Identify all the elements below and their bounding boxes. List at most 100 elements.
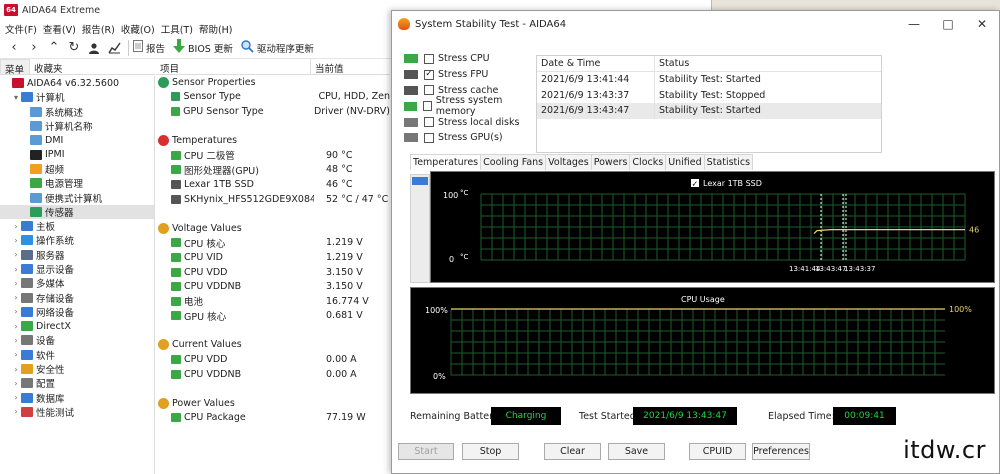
sensor-row[interactable]: CPU Package 77.19 W bbox=[156, 411, 390, 426]
chevron-icon[interactable]: › bbox=[11, 222, 21, 231]
sensor-row[interactable]: SKHynix_HFS512GDE9X084N 52 °C / 47 °C bbox=[156, 192, 390, 207]
sensor-row[interactable]: CPU VDDNB 3.150 V bbox=[156, 279, 390, 294]
column-item-header[interactable]: 项目 bbox=[156, 59, 311, 75]
user-icon[interactable] bbox=[84, 38, 104, 58]
sensor-row[interactable]: Sensor Type CPU, HDD, Zen bbox=[156, 90, 390, 105]
tree-item[interactable]: › 存储设备 bbox=[0, 290, 154, 305]
save-button[interactable]: Save bbox=[608, 443, 665, 460]
cpuid-button[interactable]: CPUID bbox=[689, 443, 746, 460]
scroll-thumb[interactable] bbox=[412, 177, 428, 185]
graph-scrollbar[interactable] bbox=[410, 174, 430, 283]
chart-icon[interactable] bbox=[104, 38, 124, 58]
sensor-row[interactable]: 图形处理器(GPU) 48 °C bbox=[156, 163, 390, 178]
tree-item[interactable]: ▾ 计算机 bbox=[0, 90, 154, 104]
clear-button[interactable]: Clear bbox=[544, 443, 601, 460]
chevron-icon[interactable]: › bbox=[11, 307, 21, 316]
checkbox-unchecked[interactable] bbox=[424, 117, 434, 128]
tab-clocks[interactable]: Clocks bbox=[629, 154, 667, 170]
tab-favorites[interactable]: 收藏夹 bbox=[30, 59, 68, 75]
table-row[interactable]: 2021/6/9 13:43:47 Stability Test: Started bbox=[537, 103, 881, 119]
chevron-icon[interactable]: › bbox=[11, 365, 21, 374]
maximize-icon[interactable]: □ bbox=[931, 11, 965, 37]
tab-powers[interactable]: Powers bbox=[590, 154, 631, 170]
forward-icon[interactable]: › bbox=[24, 38, 44, 58]
up-icon[interactable]: ⌃ bbox=[44, 38, 64, 58]
chevron-icon[interactable]: › bbox=[11, 293, 21, 302]
bios-update-button[interactable]: BIOS 更新 bbox=[173, 38, 233, 58]
tree-item[interactable]: › 服务器 bbox=[0, 248, 154, 262]
chevron-icon[interactable]: › bbox=[11, 250, 21, 259]
tree-item[interactable]: 超频 bbox=[0, 162, 154, 176]
sensor-row[interactable]: CPU VID 1.219 V bbox=[156, 250, 390, 265]
menu-favorites[interactable]: 收藏(O) bbox=[118, 22, 158, 36]
tree-item[interactable]: › 操作系统 bbox=[0, 233, 154, 247]
back-icon[interactable]: ‹ bbox=[4, 38, 24, 58]
chevron-icon[interactable]: ▾ bbox=[11, 93, 21, 102]
stress-option[interactable]: Stress CPU bbox=[404, 51, 534, 67]
tree-item[interactable]: 计算机名称 bbox=[0, 119, 154, 133]
sensor-row[interactable]: Lexar 1TB SSD 46 °C bbox=[156, 177, 390, 192]
tree-item[interactable]: AIDA64 v6.32.5600 bbox=[0, 76, 154, 90]
menu-help[interactable]: 帮助(H) bbox=[196, 22, 236, 36]
tree-item[interactable]: › 性能测试 bbox=[0, 405, 154, 419]
stop-button[interactable]: Stop bbox=[462, 443, 519, 460]
chevron-icon[interactable]: › bbox=[11, 279, 21, 288]
tab-temperatures[interactable]: Temperatures bbox=[410, 154, 482, 170]
menu-view[interactable]: 查看(V) bbox=[40, 22, 79, 36]
checkbox-unchecked[interactable] bbox=[424, 53, 434, 64]
tree-item[interactable]: 系统概述 bbox=[0, 105, 154, 119]
sensor-row[interactable]: CPU VDDNB 0.00 A bbox=[156, 367, 390, 382]
header-status[interactable]: Status bbox=[655, 56, 689, 71]
chevron-icon[interactable]: › bbox=[11, 336, 21, 345]
tree-item[interactable]: › 设备 bbox=[0, 333, 154, 347]
tree-item[interactable]: DMI bbox=[0, 133, 154, 147]
sensor-row[interactable]: CPU 核心 1.219 V bbox=[156, 236, 390, 251]
stress-option[interactable]: Stress GPU(s) bbox=[404, 130, 534, 146]
chevron-icon[interactable]: › bbox=[11, 379, 21, 388]
checkbox-unchecked[interactable] bbox=[422, 101, 432, 112]
tree-item[interactable]: › 多媒体 bbox=[0, 276, 154, 290]
tree-item[interactable]: 传感器 bbox=[0, 204, 154, 219]
tree-item[interactable]: › 软件 bbox=[0, 348, 154, 362]
chevron-icon[interactable]: › bbox=[11, 350, 21, 359]
checkbox-checked[interactable]: ✓ bbox=[424, 69, 434, 80]
tab-voltages[interactable]: Voltages bbox=[545, 154, 592, 170]
table-row[interactable]: 2021/6/9 13:43:37 Stability Test: Stopped bbox=[537, 87, 881, 104]
minimize-icon[interactable]: — bbox=[897, 11, 931, 37]
sensor-row[interactable]: CPU VDD 0.00 A bbox=[156, 352, 390, 367]
tree-item[interactable]: 电源管理 bbox=[0, 176, 154, 190]
chevron-icon[interactable]: › bbox=[11, 407, 21, 416]
checkbox-unchecked[interactable] bbox=[424, 85, 434, 96]
start-button[interactable]: Start bbox=[398, 443, 454, 460]
tree-item[interactable]: › 数据库 bbox=[0, 391, 154, 405]
tree-item[interactable]: › 配置 bbox=[0, 376, 154, 390]
sensor-row[interactable]: 电池 16.774 V bbox=[156, 294, 390, 309]
checkbox-unchecked[interactable] bbox=[424, 132, 434, 143]
tab-menu[interactable]: 菜单 bbox=[0, 59, 31, 76]
stress-option[interactable]: ✓ Stress FPU bbox=[404, 67, 534, 83]
preferences-button[interactable]: Preferences bbox=[752, 443, 810, 460]
stress-option[interactable]: Stress local disks bbox=[404, 114, 534, 130]
menu-file[interactable]: 文件(F) bbox=[2, 22, 40, 36]
tree-item[interactable]: 便携式计算机 bbox=[0, 190, 154, 205]
tree-item[interactable]: IPMI bbox=[0, 147, 154, 161]
tab-cooling-fans[interactable]: Cooling Fans bbox=[480, 154, 547, 170]
tab-unified[interactable]: Unified bbox=[665, 154, 705, 170]
driver-update-button[interactable]: 驱动程序更新 bbox=[241, 38, 314, 58]
menu-tools[interactable]: 工具(T) bbox=[158, 22, 196, 36]
tree-item[interactable]: › 主板 bbox=[0, 219, 154, 233]
close-icon[interactable]: ✕ bbox=[965, 11, 999, 37]
sensor-row[interactable]: CPU 二极管 90 °C bbox=[156, 148, 390, 163]
sensor-row[interactable]: GPU 核心 0.681 V bbox=[156, 309, 390, 324]
tree-item[interactable]: › 显示设备 bbox=[0, 262, 154, 276]
tab-statistics[interactable]: Statistics bbox=[703, 154, 754, 170]
refresh-icon[interactable]: ↻ bbox=[64, 38, 84, 58]
tree-item[interactable]: › DirectX bbox=[0, 319, 154, 333]
header-date-time[interactable]: Date & Time bbox=[537, 56, 655, 71]
sensor-row[interactable]: GPU Sensor Type Driver (NV-DRV) bbox=[156, 104, 390, 119]
stress-option[interactable]: Stress system memory bbox=[404, 95, 534, 117]
tree-item[interactable]: › 安全性 bbox=[0, 362, 154, 376]
chevron-icon[interactable]: › bbox=[11, 236, 21, 245]
table-row[interactable]: 2021/6/9 13:41:44 Stability Test: Started bbox=[537, 72, 881, 88]
menu-report[interactable]: 报告(R) bbox=[79, 22, 118, 36]
